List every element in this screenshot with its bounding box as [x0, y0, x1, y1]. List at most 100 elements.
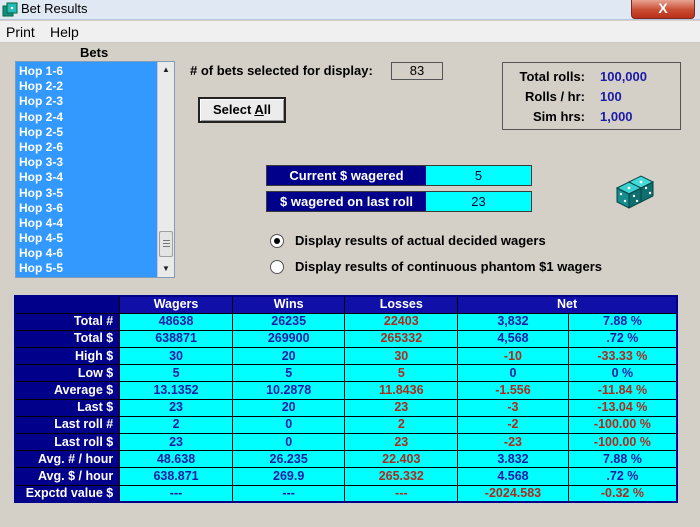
bets-scrollbar[interactable]: ▲ ▼ [157, 62, 174, 277]
menu-print[interactable]: Print [6, 24, 35, 40]
cell-wins: 26.235 [231, 450, 346, 469]
cell-losses: 2 [344, 415, 459, 435]
row-label: Total # [14, 312, 121, 331]
radio-phantom-label[interactable]: Display results of continuous phantom $1… [295, 259, 602, 274]
table-row: Expctd value $ --- --- --- -2024.583 -0.32 % [14, 484, 678, 503]
cell-wins: 26235 [231, 312, 346, 331]
bets-count-value: 83 [391, 62, 443, 80]
stat-label: Sim hrs: [532, 109, 585, 124]
bet-list-item[interactable]: Hop 1-6 [19, 64, 63, 79]
cell-pct: -100.00 % [567, 415, 678, 435]
cell-wagers: --- [119, 484, 233, 503]
bet-list-item[interactable]: Hop 3-5 [19, 186, 63, 201]
cell-wagers: 30 [119, 347, 233, 366]
scroll-up-arrow-icon[interactable]: ▲ [158, 62, 174, 78]
bet-list-item[interactable]: Hop 4-5 [19, 231, 63, 246]
table-corner [14, 295, 121, 314]
dice-app-icon [2, 2, 18, 17]
bet-list-item[interactable]: Hop 2-4 [19, 110, 63, 125]
stat-label: Rolls / hr: [525, 89, 585, 104]
current-wagered-value: 5 [426, 166, 531, 185]
header-losses: Losses [344, 295, 459, 314]
bet-list-item[interactable]: Hop 3-6 [19, 201, 63, 216]
cell-net: -10 [457, 347, 569, 366]
cell-wins: 5 [231, 364, 346, 383]
bet-list-item[interactable]: Hop 2-5 [19, 125, 63, 140]
cell-losses: 22403 [344, 312, 459, 331]
table-row: Avg. $ / hour 638.871 269.9 265.332 4.568.72… [14, 467, 678, 486]
cell-wagers: 638.871 [119, 467, 233, 486]
stat-value: 1,000 [600, 109, 633, 124]
bet-list-item[interactable]: Hop 2-3 [19, 94, 63, 109]
cell-net: -1.556 [457, 381, 569, 400]
select-all-button[interactable]: Select All [198, 97, 286, 123]
scroll-down-arrow-icon[interactable]: ▼ [158, 261, 174, 277]
bets-listbox[interactable]: Hop 1-6 Hop 2-2 Hop 2-3 Hop 2-4 Hop 2-5 … [15, 61, 175, 278]
table-row: Last roll #2 0 2 -2 -100.00 % [14, 415, 678, 435]
cell-wins: 269.9 [231, 467, 346, 486]
bet-list-item[interactable]: Hop 4-6 [19, 246, 63, 261]
cell-losses: 22.403 [344, 450, 459, 469]
cell-losses: 11.8436 [344, 381, 459, 400]
cell-wagers: 23 [119, 398, 233, 417]
cell-pct: -0.32 % [567, 484, 678, 503]
menu-bar: Print Help [0, 21, 700, 43]
stat-value: 100,000 [600, 69, 647, 84]
radio-unselected-icon[interactable] [270, 260, 284, 274]
cell-wagers: 13.1352 [119, 381, 233, 400]
table-row: Total $638871 269900 265332 4,568.72 % [14, 329, 678, 349]
bet-list-item[interactable]: Hop 4-4 [19, 216, 63, 231]
row-label: Avg. # / hour [14, 450, 121, 469]
cell-wagers: 23 [119, 432, 233, 452]
bet-list-item[interactable]: Hop 5-5 [19, 261, 63, 276]
cell-losses: --- [344, 484, 459, 503]
last-roll-wagered-label: $ wagered on last roll [267, 192, 426, 211]
cell-pct: -11.84 % [567, 381, 678, 400]
cell-losses: 265.332 [344, 467, 459, 486]
cell-wins: 10.2878 [231, 381, 346, 400]
cell-pct: 7.88 % [567, 312, 678, 331]
row-label: Avg. $ / hour [14, 467, 121, 486]
bet-list-item[interactable]: Hop 2-2 [19, 79, 63, 94]
cell-wagers: 5 [119, 364, 233, 383]
cell-losses: 30 [344, 347, 459, 366]
menu-help[interactable]: Help [50, 24, 79, 40]
bet-list-item[interactable]: Hop 3-3 [19, 155, 63, 170]
table-row: Average $13.1352 10.2878 11.8436 -1.556 -11.… [14, 381, 678, 400]
cell-losses: 265332 [344, 329, 459, 349]
row-label: High $ [14, 347, 121, 366]
cell-wagers: 2 [119, 415, 233, 435]
current-wagered-label: Current $ wagered [267, 166, 426, 185]
cell-wins: 0 [231, 432, 346, 452]
bet-list-item[interactable]: Hop 2-6 [19, 140, 63, 155]
cell-losses: 23 [344, 398, 459, 417]
header-wagers: Wagers [119, 295, 233, 314]
cell-pct: .72 % [567, 329, 678, 349]
results-table: Wagers Wins Losses Net Total #48638 26235… [14, 295, 678, 504]
radio-selected-icon[interactable] [270, 234, 284, 248]
stat-rolls-per-hour: Rolls / hr: 100 [503, 87, 680, 107]
cell-net: -2024.583 [457, 484, 569, 503]
row-label: Last roll $ [14, 432, 121, 452]
cell-pct: -33.33 % [567, 347, 678, 366]
cell-wins: 20 [231, 347, 346, 366]
scroll-thumb[interactable] [159, 231, 173, 257]
row-label: Expctd value $ [14, 484, 121, 503]
radio-actual-label[interactable]: Display results of actual decided wagers [295, 233, 546, 248]
cell-wins: 20 [231, 398, 346, 417]
bet-list-item[interactable]: Hop 3-4 [19, 170, 63, 185]
cell-pct: 7.88 % [567, 450, 678, 469]
cell-net: -2 [457, 415, 569, 435]
row-label: Average $ [14, 381, 121, 400]
close-button[interactable]: X [631, 0, 695, 19]
cell-net: -3 [457, 398, 569, 417]
cell-net: 0 [457, 364, 569, 383]
window-title: Bet Results [21, 1, 88, 16]
table-header-row: Wagers Wins Losses Net [14, 295, 678, 314]
bets-count-label: # of bets selected for display: [190, 63, 373, 78]
table-row: Last $23 20 23 -3 -13.04 % [14, 398, 678, 417]
bets-label: Bets [80, 45, 109, 60]
header-wins: Wins [231, 295, 346, 314]
table-row: Avg. # / hour 48.638 26.235 22.403 3.832 7.88… [14, 450, 678, 469]
row-label: Last roll # [14, 415, 121, 435]
